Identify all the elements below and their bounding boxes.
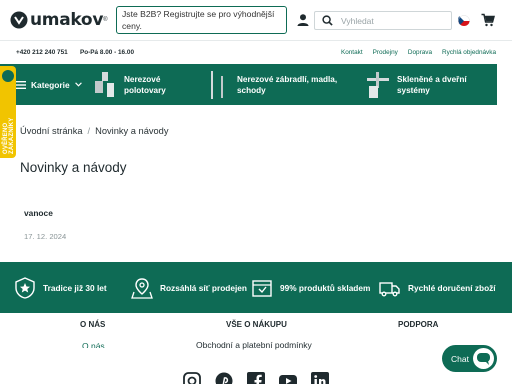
link-prodejny[interactable]: Prodejny (373, 49, 398, 56)
top-info-bar: +420 212 240 751 Po-Pá 8.00 - 16.00 Kont… (0, 40, 512, 64)
nav-item-label-line1: Nerezové (124, 74, 161, 84)
site-header: umakov ® Jste B2B? Registrujte se pro vý… (0, 0, 512, 40)
page-title: Novinky a návody (20, 160, 127, 175)
benefit-label: Rychlé doručení zboží (408, 282, 496, 293)
facebook-icon[interactable] (247, 372, 265, 384)
social-links (183, 372, 329, 384)
opening-hours: Po-Pá 8.00 - 16.00 (80, 49, 134, 56)
user-icon[interactable] (296, 13, 310, 27)
phone-number[interactable]: +420 212 240 751 (16, 49, 68, 56)
benefit-label: 99% produktů skladem (280, 282, 371, 293)
benefit-label: Rozsáhlá síť prodejen (160, 282, 247, 293)
chat-button[interactable]: Chat (442, 345, 497, 372)
benefit-delivery: Rychlé doručení zboží (379, 262, 496, 313)
logo-text: umakov (30, 10, 104, 30)
breadcrumb-home[interactable]: Úvodní stránka (20, 126, 83, 136)
link-doprava[interactable]: Doprava (408, 49, 432, 56)
b2b-registration-box[interactable]: Jste B2B? Registrujte se pro výhodnější … (116, 6, 287, 34)
breadcrumb-separator: / (87, 126, 91, 136)
package-icon (252, 279, 272, 297)
hamburger-icon (16, 80, 26, 89)
badge-text: OVĚŘENO ZÁKAZNÍKY (3, 117, 15, 154)
link-rychla-objednavka[interactable]: Rychlá objednávka (442, 49, 496, 56)
logo-mark-icon (10, 11, 28, 29)
czech-flag-icon[interactable] (458, 14, 470, 26)
delivery-truck-icon (379, 281, 400, 296)
benefit-tradition: Tradice již 30 let (14, 262, 107, 313)
pinterest-icon[interactable] (215, 372, 233, 384)
cart-icon[interactable] (481, 13, 495, 27)
chevron-down-icon (74, 82, 82, 87)
footer-link-podminky[interactable]: Obchodní a platební podmínky (196, 340, 312, 350)
nav-item-nerezove-polotovary[interactable]: Nerezové polotovary (92, 64, 166, 105)
verified-by-customers-badge[interactable]: OVĚŘENO ZÁKAZNÍKY (0, 66, 16, 158)
star-badge-icon (15, 276, 35, 299)
search-input[interactable] (341, 15, 436, 26)
search-icon (322, 15, 333, 26)
top-links: Kontakt Prodejny Doprava Rychlá objednáv… (341, 49, 496, 56)
nav-item-label-line2: polotovary (124, 85, 166, 95)
article-title-link[interactable]: vanoce (24, 208, 53, 218)
benefit-label: Tradice již 30 let (43, 282, 107, 293)
glass-door-system-icon (367, 71, 389, 98)
footer-heading-podpora: PODPORA (398, 320, 439, 329)
breadcrumb: Úvodní stránka / Novinky a návody (20, 126, 169, 136)
benefits-strip: Tradice již 30 let Rozsáhlá síť prodejen… (0, 262, 512, 313)
nav-item-label-line2: systémy (397, 85, 430, 95)
chat-label: Chat (451, 353, 469, 364)
benefit-stock: 99% produktů skladem (251, 262, 370, 313)
footer-heading-nakup: VŠE O NÁKUPU (226, 320, 287, 329)
search-box[interactable] (314, 11, 452, 30)
instagram-icon[interactable] (183, 372, 201, 384)
nav-item-label-line2: schody (237, 85, 266, 95)
umakov-logo[interactable]: umakov ® (10, 9, 108, 31)
youtube-icon[interactable] (279, 372, 297, 384)
article-date: 17. 12. 2024 (24, 232, 67, 241)
nav-item-label-line1: Skleněné a dveřní (397, 74, 467, 84)
footer-link-o-nas[interactable]: O nás (82, 341, 105, 348)
linkedin-icon[interactable] (311, 372, 329, 384)
main-navigation: Kategorie Nerezové polotovary Nerezové z… (0, 64, 497, 105)
nav-item-sklenene-systemy[interactable]: Skleněné a dveřní systémy (365, 64, 467, 105)
benefit-stores: Rozsáhlá síť prodejen (131, 262, 247, 313)
badge-seal-icon (2, 70, 14, 82)
kategorie-label: Kategorie (31, 79, 70, 90)
link-kontakt[interactable]: Kontakt (341, 49, 363, 56)
nav-item-nerezove-zabradli[interactable]: Nerezové zábradlí, madla, schody (205, 64, 337, 105)
logo-registered-mark: ® (103, 17, 108, 23)
railing-icon (211, 70, 223, 99)
footer-heading-o-nas: O NÁS (80, 320, 106, 329)
map-pin-icon (131, 277, 153, 299)
breadcrumb-current: Novinky a návody (95, 126, 169, 136)
nav-item-label-line1: Nerezové zábradlí, madla, (237, 74, 338, 84)
kategorie-menu-button[interactable]: Kategorie (16, 64, 82, 105)
stainless-parts-icon (95, 71, 114, 97)
chat-bubble-icon (473, 348, 494, 369)
